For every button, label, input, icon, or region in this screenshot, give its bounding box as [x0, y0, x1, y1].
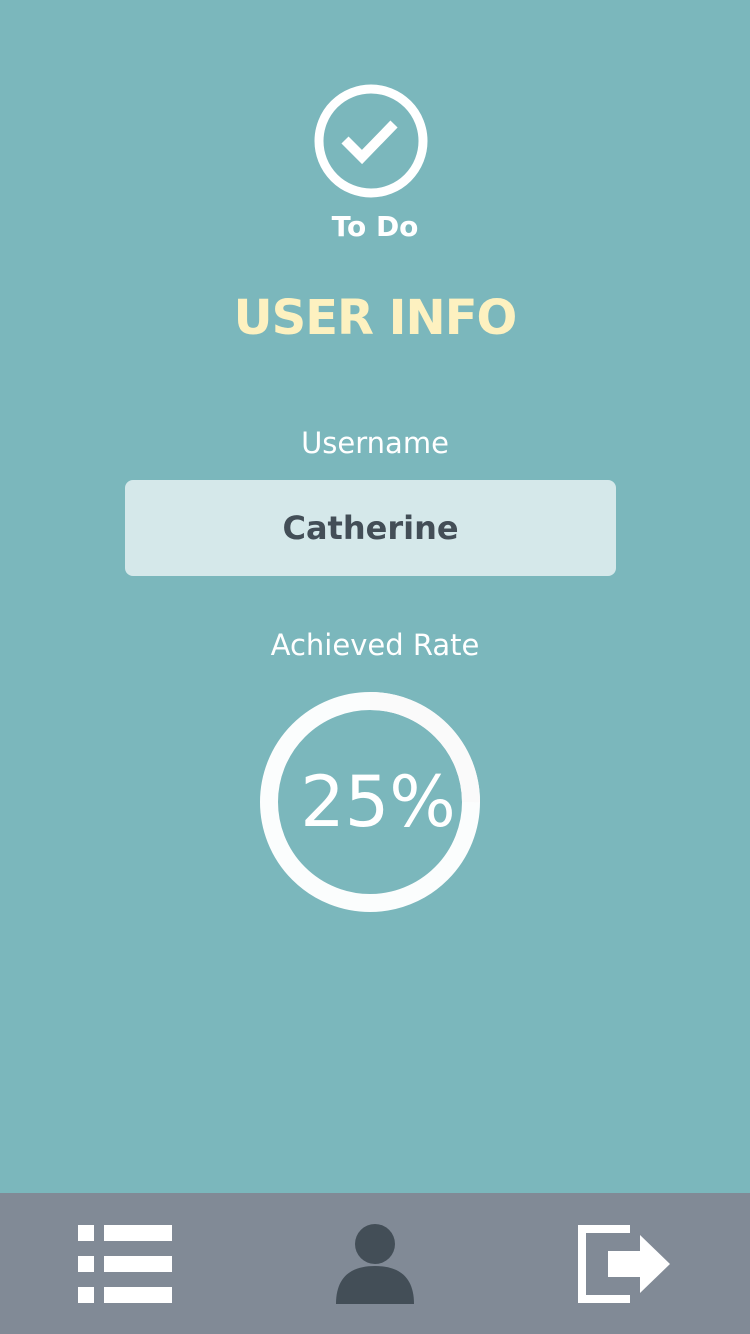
page-title: USER INFO	[233, 290, 518, 346]
app-name: To Do	[331, 210, 419, 243]
user-icon	[336, 1223, 414, 1304]
user-info-screen: To Do USER INFO Username Catherine Achie…	[0, 0, 750, 1334]
check-circle-icon	[312, 82, 430, 200]
tab-logout[interactable]	[500, 1193, 750, 1334]
tab-list[interactable]	[0, 1193, 250, 1334]
username-value: Catherine	[282, 509, 459, 547]
logout-icon	[578, 1224, 672, 1303]
achieved-rate-label: Achieved Rate	[270, 628, 480, 662]
username-label: Username	[301, 426, 449, 460]
achieved-rate-value: 25%	[300, 761, 456, 843]
achieved-rate-gauge: 25%	[258, 690, 482, 914]
username-field[interactable]: Catherine	[125, 480, 616, 576]
tab-bar	[0, 1193, 750, 1334]
tab-user[interactable]	[250, 1193, 500, 1334]
list-icon	[78, 1224, 172, 1303]
